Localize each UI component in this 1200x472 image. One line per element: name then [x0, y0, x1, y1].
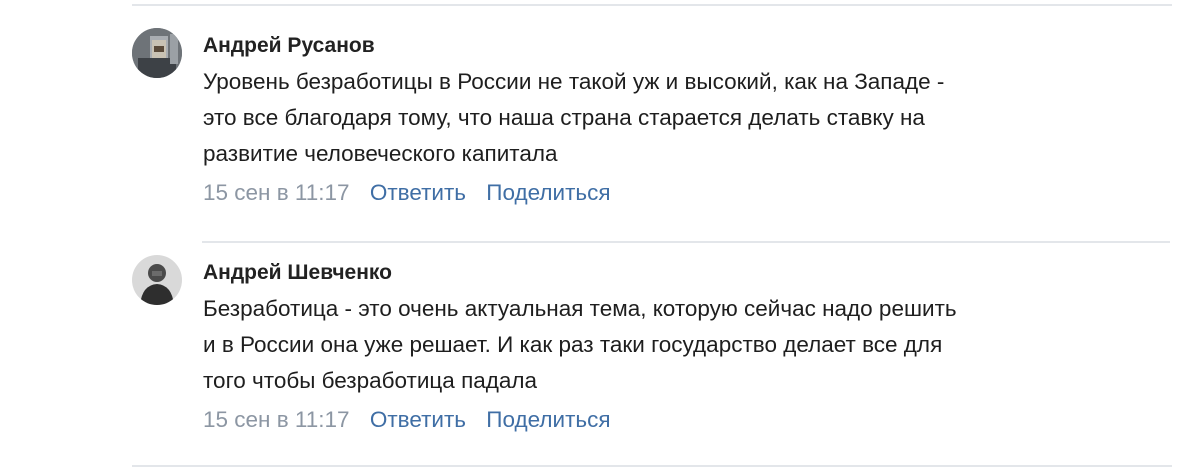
comment-text-line: Уровень безработицы в России не такой уж…	[203, 69, 945, 94]
reply-link[interactable]: Ответить	[370, 180, 466, 205]
share-link[interactable]: Поделиться	[486, 180, 610, 205]
comment-date-link[interactable]: 15 сен в 11:17	[203, 407, 350, 432]
comment-text-line: Безработица - это очень актуальная тема,…	[203, 296, 957, 321]
comment-text-line: это все благодаря тому, что наша страна …	[203, 105, 925, 130]
comment-text: Уровень безработицы в России не такой уж…	[203, 64, 1183, 172]
user-photo-avatar-icon[interactable]	[132, 28, 182, 78]
comment-author-name[interactable]: Андрей Русанов	[203, 32, 1183, 60]
comment-text-line: и в России она уже решает. И как раз так…	[203, 332, 943, 357]
divider	[132, 465, 1172, 467]
comment-text-line: того чтобы безработица падала	[203, 368, 538, 393]
comment-text: Безработица - это очень актуальная тема,…	[203, 291, 1183, 399]
comments-panel: Андрей Русанов Уровень безработицы в Рос…	[0, 0, 1200, 472]
comment-text-line: развитие человеческого капитала	[203, 141, 558, 166]
divider	[132, 4, 1172, 6]
divider	[202, 241, 1170, 243]
reply-link[interactable]: Ответить	[370, 407, 466, 432]
comment-meta: 15 сен в 11:17 Ответить Поделиться	[203, 405, 1183, 435]
comment-author-name[interactable]: Андрей Шевченко	[203, 259, 1183, 287]
comment-meta: 15 сен в 11:17 Ответить Поделиться	[203, 178, 1183, 208]
comment-date-link[interactable]: 15 сен в 11:17	[203, 180, 350, 205]
share-link[interactable]: Поделиться	[486, 407, 610, 432]
user-photo-avatar-icon[interactable]	[132, 255, 182, 305]
